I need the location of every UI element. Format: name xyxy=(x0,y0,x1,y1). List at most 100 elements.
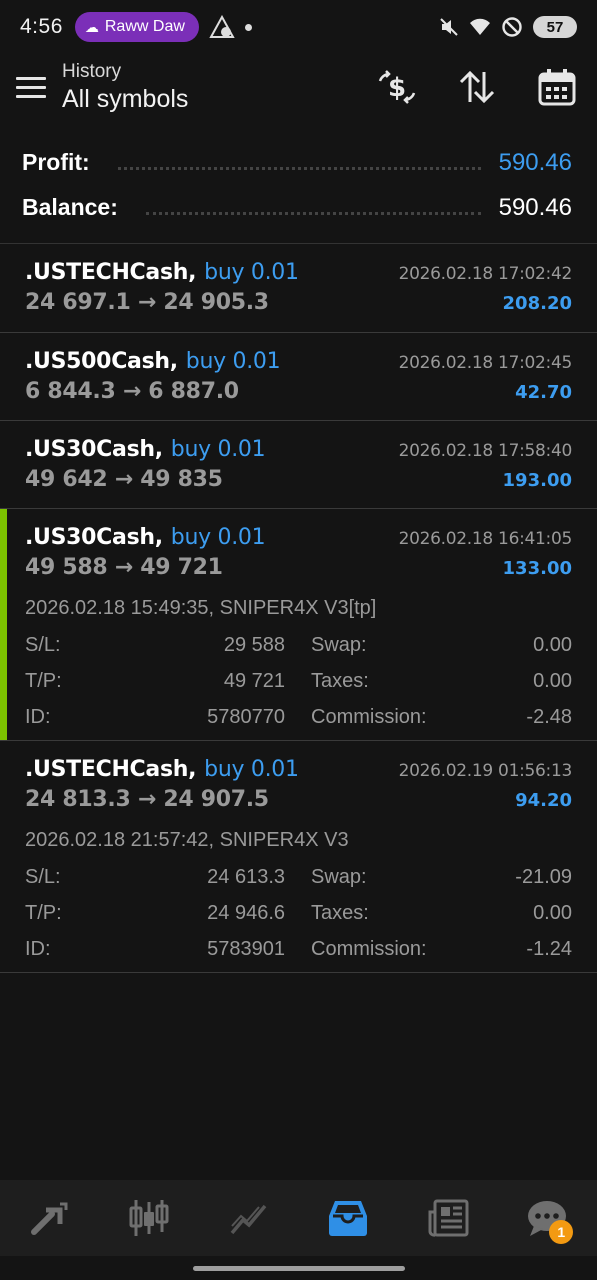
swap-label: Swap: xyxy=(311,633,367,656)
tp-label: T/P: xyxy=(25,901,62,924)
trade-close-time: 2026.02.18 17:58:40 xyxy=(398,441,573,461)
newspaper-icon xyxy=(428,1199,469,1237)
trade-close-time: 2026.02.18 16:41:05 xyxy=(398,529,573,549)
commission-value: -2.48 xyxy=(526,705,572,728)
commission-label: Commission: xyxy=(311,937,427,960)
trade-trend-icon xyxy=(230,1204,267,1235)
inbox-history-icon xyxy=(329,1201,368,1236)
app-header: History All symbols $ xyxy=(0,54,597,120)
trade-prices: 49 642 → 49 835 xyxy=(25,467,223,492)
trade-profit: 133.00 xyxy=(502,558,572,579)
selection-bar xyxy=(0,509,7,740)
swap-value: -21.09 xyxy=(515,865,572,888)
sl-value: 24 613.3 xyxy=(207,865,285,888)
swap-value: 0.00 xyxy=(533,633,572,656)
trade-close-time: 2026.02.19 01:56:13 xyxy=(398,761,573,781)
dotted-leader xyxy=(145,212,481,215)
nav-chart[interactable] xyxy=(109,1180,189,1256)
hamburger-icon xyxy=(16,76,46,80)
bottom-navigation: 1 xyxy=(0,1180,597,1256)
header-subtitle: History xyxy=(62,60,122,82)
sl-label: S/L: xyxy=(25,633,61,656)
taxes-label: Taxes: xyxy=(311,901,369,924)
nav-messages[interactable]: 1 xyxy=(507,1180,587,1256)
trade-details: S/L: 24 613.3 Swap: -21.09 T/P: 24 946.6… xyxy=(25,859,572,967)
commission-label: Commission: xyxy=(311,705,427,728)
menu-button[interactable] xyxy=(0,54,62,120)
deposit-filter-button[interactable]: $ xyxy=(357,54,437,120)
trade-side: buy 0.01 xyxy=(185,349,281,374)
trade-prices: 49 588 → 49 721 xyxy=(25,555,223,580)
trade-symbol: .US30Cash, xyxy=(25,525,163,550)
tp-value: 24 946.6 xyxy=(207,901,285,924)
trade-side: buy 0.01 xyxy=(170,525,266,550)
trade-row[interactable]: .US500Cash, buy 0.01 2026.02.18 17:02:45… xyxy=(0,333,597,421)
id-label: ID: xyxy=(25,937,51,960)
trade-row-expanded[interactable]: .US30Cash, buy 0.01 2026.02.18 16:41:05 … xyxy=(0,509,597,741)
svg-text:$: $ xyxy=(388,73,406,103)
soundcloud-icon: ☁ xyxy=(84,18,99,35)
trade-prices: 24 813.3 → 24 907.5 xyxy=(25,787,269,812)
trade-side: buy 0.01 xyxy=(204,757,299,782)
commission-value: -1.24 xyxy=(526,937,572,960)
balance-label: Balance: xyxy=(22,194,118,220)
trade-profit: 42.70 xyxy=(515,382,572,403)
dotted-leader xyxy=(117,167,481,170)
calendar-icon xyxy=(538,69,576,106)
status-time: 4:56 xyxy=(20,15,63,38)
trade-prices: 6 844.3 → 6 887.0 xyxy=(25,379,239,404)
taxes-value: 0.00 xyxy=(533,901,572,924)
mute-icon xyxy=(440,18,458,36)
quotes-arrows-icon xyxy=(30,1202,68,1235)
nav-quotes[interactable] xyxy=(10,1180,90,1256)
battery-indicator: 57 xyxy=(533,16,577,38)
nav-news[interactable] xyxy=(408,1180,488,1256)
gesture-home-bar[interactable] xyxy=(193,1266,405,1271)
sort-button[interactable] xyxy=(437,54,517,120)
profit-row: Profit: 590.46 xyxy=(22,140,572,185)
notification-dot xyxy=(244,23,252,31)
media-pill-label: Raww Daw xyxy=(104,18,185,35)
tp-value: 49 721 xyxy=(223,669,285,692)
sl-label: S/L: xyxy=(25,865,61,888)
trade-profit: 193.00 xyxy=(502,470,572,491)
trade-symbol: .USTECHCash, xyxy=(25,757,197,782)
trade-details: S/L: 29 588 Swap: 0.00 T/P: 49 721 Taxes… xyxy=(25,627,572,735)
sl-value: 29 588 xyxy=(223,633,285,656)
nav-trade[interactable] xyxy=(209,1180,289,1256)
profit-value: 590.46 xyxy=(498,148,572,176)
trade-row-expanded[interactable]: .USTECHCash, buy 0.01 2026.02.19 01:56:1… xyxy=(0,741,597,973)
trade-symbol: .US30Cash, xyxy=(25,437,163,462)
sort-arrows-icon xyxy=(459,70,495,104)
nav-history[interactable] xyxy=(308,1180,388,1256)
trade-prices: 24 697.1 → 24 905.3 xyxy=(25,290,269,315)
trade-profit: 208.20 xyxy=(502,293,572,314)
taxes-label: Taxes: xyxy=(311,669,369,692)
profit-label: Profit: xyxy=(22,149,90,175)
period-button[interactable] xyxy=(517,54,597,120)
taxes-value: 0.00 xyxy=(533,669,572,692)
trade-close-time: 2026.02.18 17:02:45 xyxy=(398,353,573,373)
dollar-exchange-icon: $ xyxy=(378,70,416,104)
tp-label: T/P: xyxy=(25,669,62,692)
status-bar: 4:56 ☁ Raww Daw 57 xyxy=(0,0,597,54)
trade-row[interactable]: .USTECHCash, buy 0.01 2026.02.18 17:02:4… xyxy=(0,244,597,333)
notification-app-icon xyxy=(209,15,235,38)
trade-symbol: .USTECHCash, xyxy=(25,260,197,285)
account-summary: Profit: 590.46 Balance: 590.46 xyxy=(22,140,572,230)
id-value: 5783901 xyxy=(207,937,285,960)
balance-value: 590.46 xyxy=(498,193,572,221)
trade-profit: 94.20 xyxy=(515,790,572,811)
trade-symbol: .US500Cash, xyxy=(25,349,178,374)
message-count-badge: 1 xyxy=(549,1220,574,1244)
trade-side: buy 0.01 xyxy=(204,260,299,285)
trade-row[interactable]: .US30Cash, buy 0.01 2026.02.18 17:58:40 … xyxy=(0,421,597,509)
trade-close-time: 2026.02.18 17:02:42 xyxy=(398,264,573,284)
trade-open-info: 2026.02.18 15:49:35, SNIPER4X V3[tp] xyxy=(25,597,377,619)
header-titles[interactable]: History All symbols xyxy=(62,61,188,114)
media-pill[interactable]: ☁ Raww Daw xyxy=(74,12,199,42)
trade-side: buy 0.01 xyxy=(170,437,266,462)
trade-open-info: 2026.02.18 21:57:42, SNIPER4X V3 xyxy=(25,829,349,851)
id-value: 5780770 xyxy=(207,705,285,728)
swap-label: Swap: xyxy=(311,865,367,888)
